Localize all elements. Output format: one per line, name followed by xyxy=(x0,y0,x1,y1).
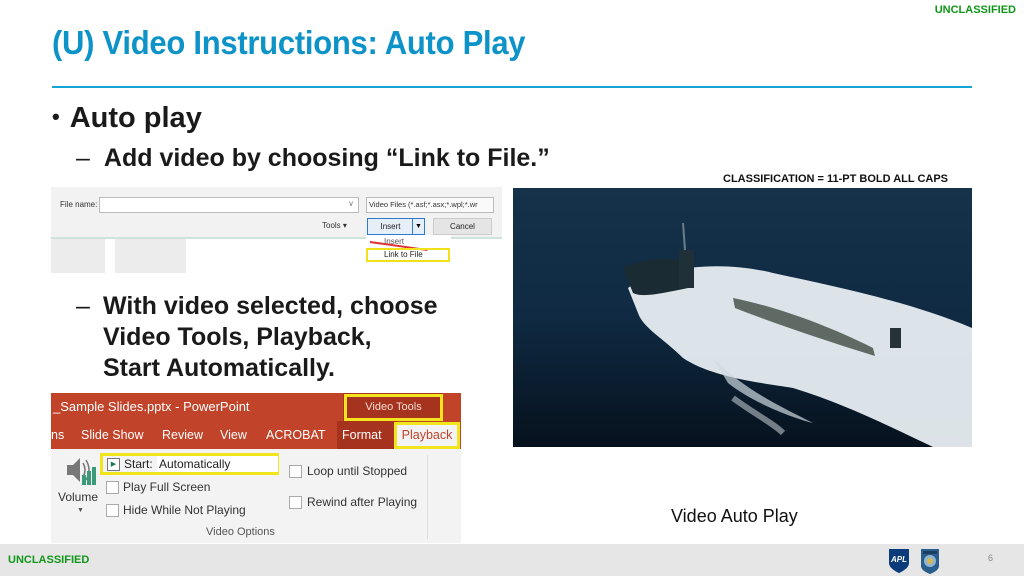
file-name-input[interactable]: ∨ xyxy=(99,197,359,213)
file-list-pane xyxy=(115,239,186,273)
group-label: Video Options xyxy=(206,526,275,538)
play-full-screen-checkbox[interactable] xyxy=(106,481,119,494)
dash: – xyxy=(76,292,90,320)
footer: UNCLASSIFIED APL 6 xyxy=(0,544,1024,576)
hide-while-not-playing-label: Hide While Not Playing xyxy=(123,503,246,517)
sub-bullet-text: Add video by choosing “Link to File.” xyxy=(103,144,550,172)
group-separator xyxy=(427,455,428,539)
tab-view[interactable]: View xyxy=(220,428,247,442)
play-full-screen-label: Play Full Screen xyxy=(123,480,211,494)
tab-playback[interactable]: Playback xyxy=(394,422,460,449)
volume-label[interactable]: Volume xyxy=(58,490,98,504)
classification-banner-bottom: UNCLASSIFIED xyxy=(8,554,90,566)
insert-button[interactable]: Insert xyxy=(367,218,414,235)
cancel-button[interactable]: Cancel xyxy=(433,218,492,235)
tab-review[interactable]: Review xyxy=(162,428,203,442)
powerpoint-ribbon-screenshot: _Sample Slides.pptx - PowerPoint Video T… xyxy=(51,393,461,543)
slide-title: (U) Video Instructions: Auto Play xyxy=(52,24,526,61)
caret-down-icon[interactable]: ▼ xyxy=(77,507,84,514)
page-number: 6 xyxy=(988,553,994,563)
classification-banner-top: UNCLASSIFIED xyxy=(934,4,1016,16)
classification-note: CLASSIFICATION = 11-PT BOLD ALL CAPS xyxy=(723,173,949,185)
tab-partial[interactable]: ns xyxy=(51,428,64,442)
file-type-select[interactable]: Video Files (*.asf;*.asx;*.wpl;*.wr xyxy=(366,197,494,213)
video-caption: Video Auto Play xyxy=(671,506,798,526)
play-icon: ▶ xyxy=(107,458,120,471)
submarine-video-frame[interactable] xyxy=(513,188,972,447)
tab-format[interactable]: Format xyxy=(342,428,382,442)
sub-bullet-link-to-file: – Add video by choosing “Link to File.” xyxy=(76,144,550,173)
loop-until-stopped-checkbox[interactable] xyxy=(289,465,302,478)
rewind-after-playing-checkbox[interactable] xyxy=(289,496,302,509)
menu-item-link-to-file[interactable]: Link to File xyxy=(366,248,450,262)
insert-dropdown-button[interactable]: ▼ xyxy=(412,218,425,235)
start-select[interactable]: Automatically xyxy=(157,456,278,472)
sub-bullet-line: Start Automatically. xyxy=(103,354,335,382)
sub-bullet-line: With video selected, choose xyxy=(103,292,438,320)
dash: – xyxy=(76,144,90,172)
file-name-label: File name: xyxy=(60,200,98,209)
apl-logo-text: APL xyxy=(890,555,907,564)
bullet-auto-play: • Auto play xyxy=(52,102,202,135)
nav-pane xyxy=(51,239,105,273)
tab-slide-show[interactable]: Slide Show xyxy=(81,428,144,442)
agency-seal-icon xyxy=(921,549,939,574)
volume-icon[interactable] xyxy=(65,455,99,485)
tools-label: Tools xyxy=(322,221,341,230)
title-divider xyxy=(52,86,972,88)
caret-down-icon: ▼ xyxy=(415,223,422,230)
window-title: _Sample Slides.pptx - PowerPoint xyxy=(53,399,250,414)
loop-until-stopped-label: Loop until Stopped xyxy=(307,464,408,478)
apl-logo-icon: APL xyxy=(889,549,909,573)
start-label: Start: xyxy=(124,457,153,471)
caret-down-icon: ▾ xyxy=(342,221,347,230)
hide-while-not-playing-checkbox[interactable] xyxy=(106,504,119,517)
video-tools-context-tab[interactable]: Video Tools xyxy=(344,394,443,421)
start-option-highlight: ▶ Start: Automatically xyxy=(100,453,279,475)
rewind-after-playing-label: Rewind after Playing xyxy=(307,495,418,509)
tools-menu[interactable]: Tools ▾ xyxy=(322,221,347,230)
submarine-photo xyxy=(513,188,972,447)
tab-acrobat[interactable]: ACROBAT xyxy=(266,428,326,442)
file-dialog-screenshot: File name: ∨ Video Files (*.asf;*.asx;*.… xyxy=(51,187,502,273)
sub-bullet-line: Video Tools, Playback, xyxy=(103,323,372,351)
insert-dropdown-menu: Insert Link to File xyxy=(366,235,451,265)
bullet-dot: • xyxy=(52,104,60,129)
bullet-text: Auto play xyxy=(69,102,202,134)
sub-bullet-start-automatically: – With video selected, choose Video Tool… xyxy=(76,291,438,384)
chevron-down-icon: ∨ xyxy=(348,199,354,208)
